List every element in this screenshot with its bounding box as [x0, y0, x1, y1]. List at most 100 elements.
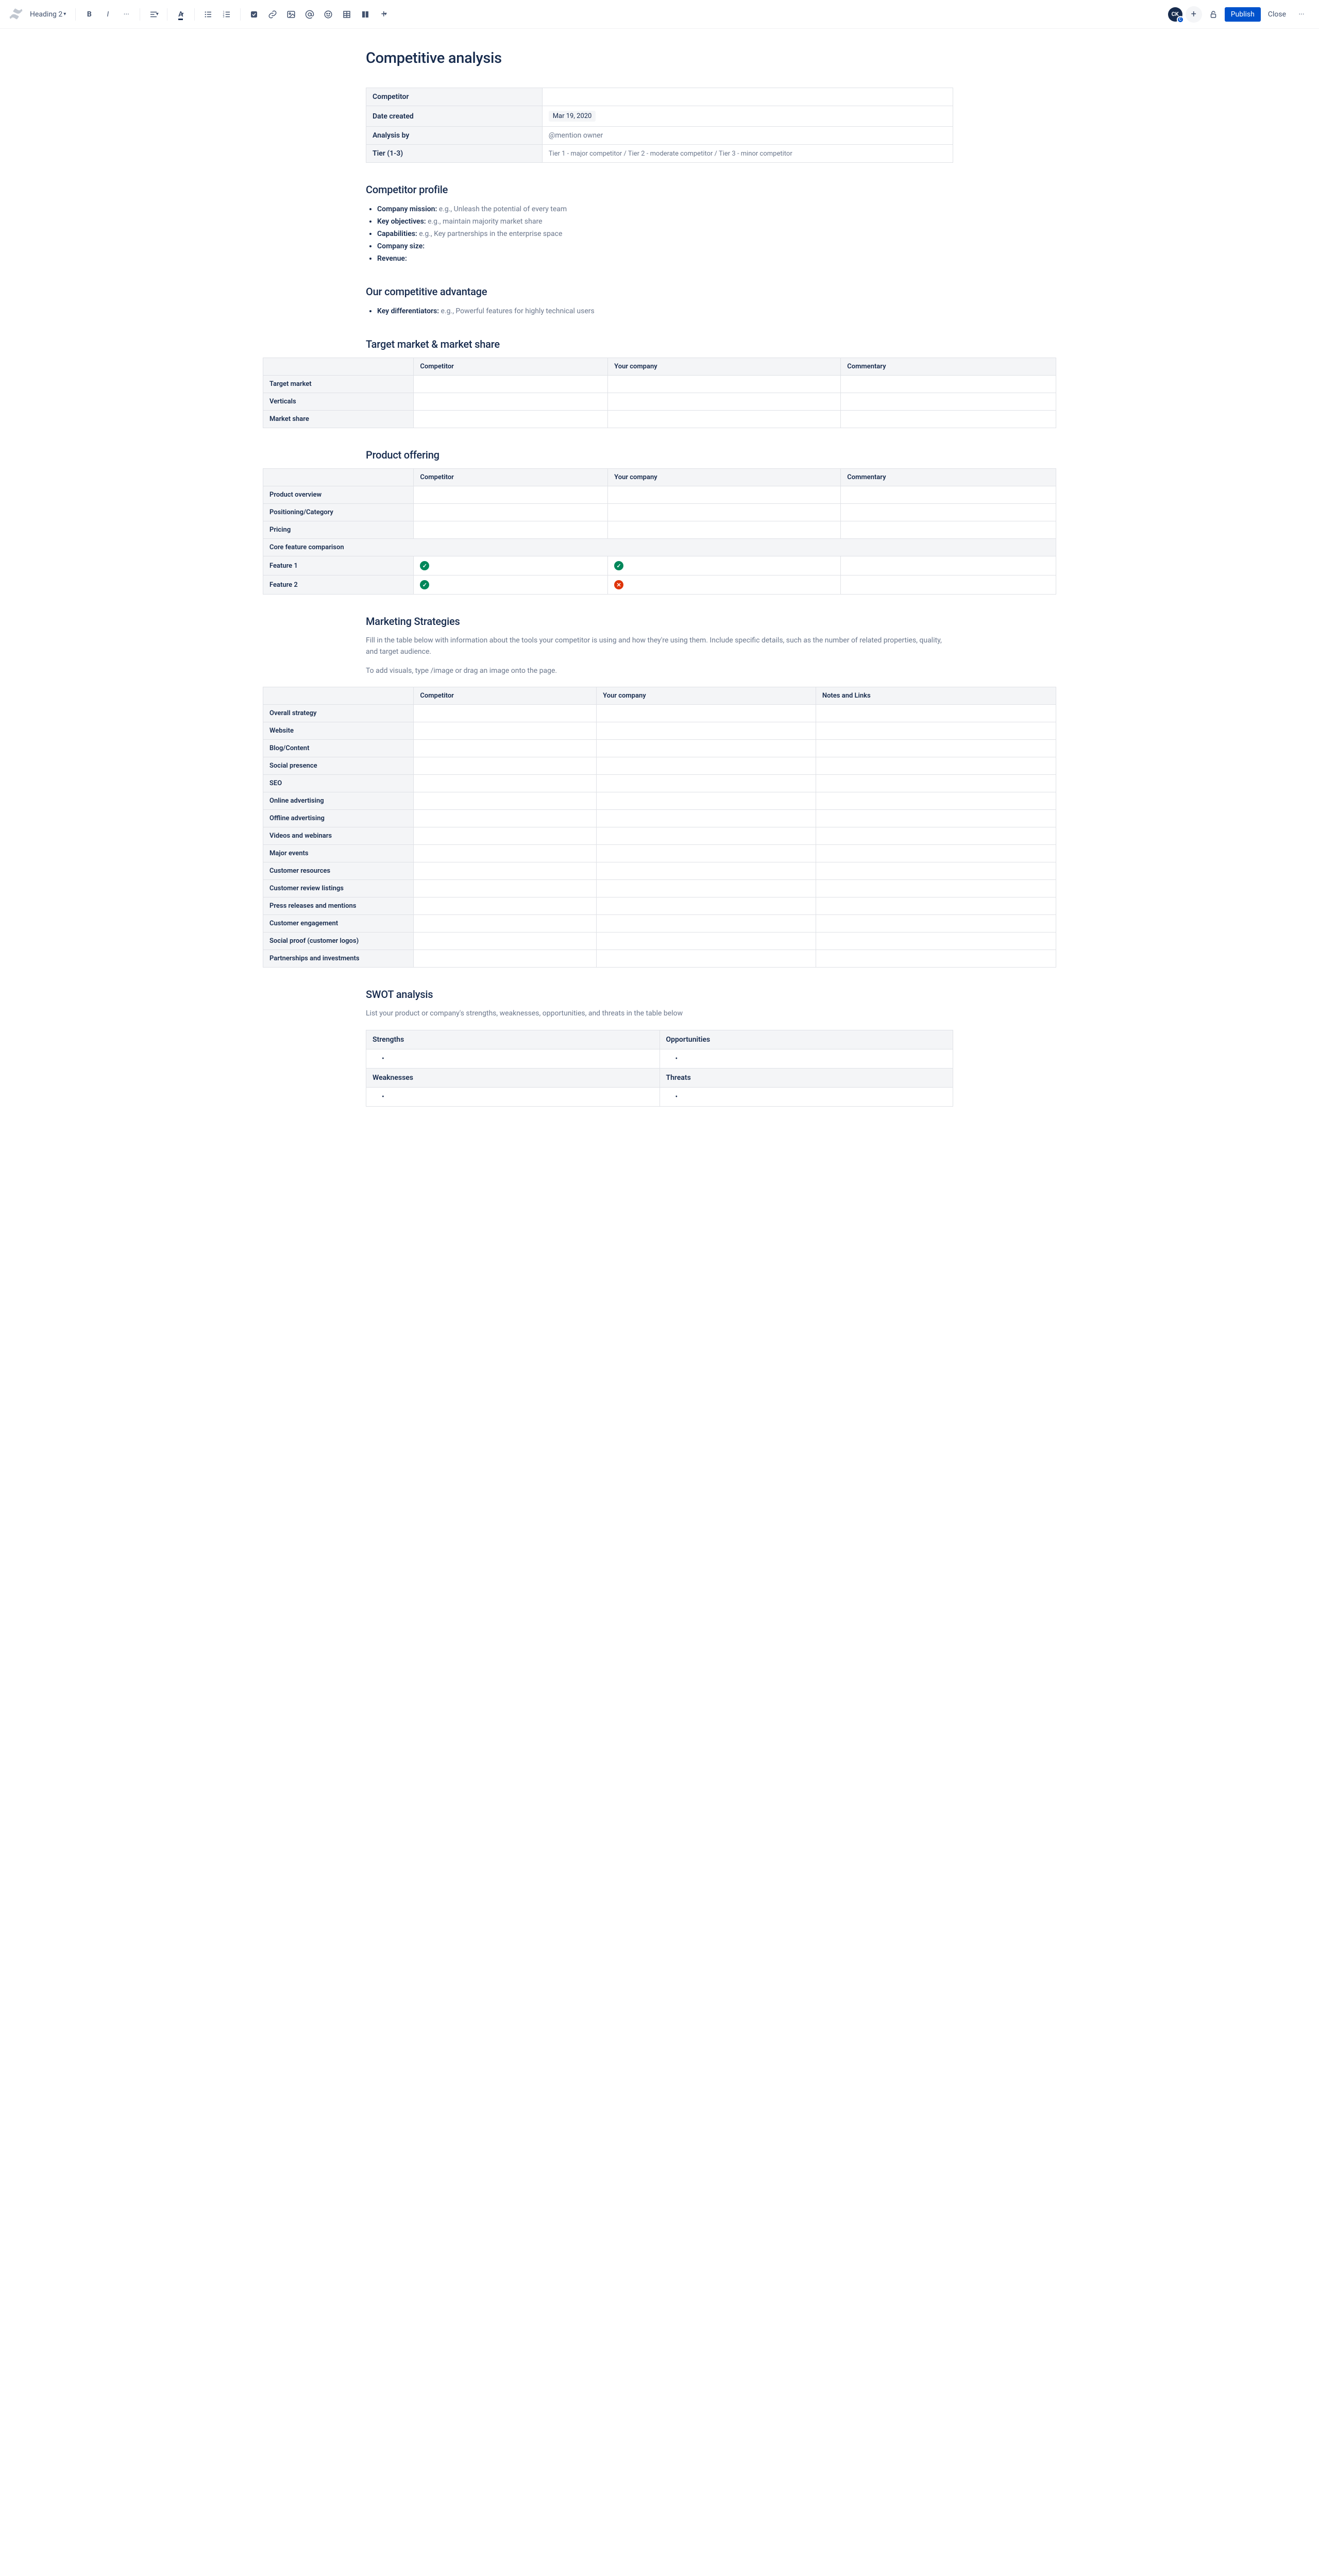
- cell[interactable]: [414, 504, 608, 521]
- cell[interactable]: [414, 486, 608, 504]
- marketing-desc-1[interactable]: Fill in the table below with information…: [366, 635, 953, 658]
- cell[interactable]: [597, 792, 816, 810]
- layouts-button[interactable]: [357, 6, 374, 23]
- cell[interactable]: ✕: [608, 575, 841, 595]
- row-header[interactable]: Pricing: [263, 521, 414, 539]
- cell[interactable]: [414, 827, 597, 845]
- text-color-dropdown[interactable]: A ▾: [173, 6, 189, 23]
- cell[interactable]: [816, 775, 1056, 792]
- cell[interactable]: [608, 376, 841, 393]
- cell[interactable]: [597, 880, 816, 897]
- cell[interactable]: [414, 933, 597, 950]
- cell[interactable]: [816, 810, 1056, 827]
- cell[interactable]: [608, 393, 841, 411]
- link-button[interactable]: [264, 6, 281, 23]
- cell[interactable]: [597, 933, 816, 950]
- col-header[interactable]: Competitor: [414, 687, 597, 705]
- align-dropdown[interactable]: ▾: [145, 6, 162, 23]
- heading-competitor-profile[interactable]: Competitor profile: [366, 183, 953, 196]
- cell[interactable]: [841, 521, 1056, 539]
- cell[interactable]: [414, 792, 597, 810]
- cell[interactable]: [608, 486, 841, 504]
- bold-button[interactable]: B: [81, 6, 97, 23]
- cell[interactable]: [597, 722, 816, 740]
- cell[interactable]: [414, 411, 608, 428]
- mention-button[interactable]: [301, 6, 318, 23]
- cell[interactable]: [414, 376, 608, 393]
- cell[interactable]: [597, 740, 816, 757]
- cell[interactable]: [608, 411, 841, 428]
- cell[interactable]: [597, 862, 816, 880]
- swot-t-label[interactable]: Threats: [660, 1068, 953, 1087]
- col-header[interactable]: Commentary: [841, 358, 1056, 376]
- heading-target-market[interactable]: Target market & market share: [366, 338, 953, 350]
- close-button[interactable]: Close: [1264, 7, 1290, 22]
- col-header[interactable]: [263, 687, 414, 705]
- meta-value[interactable]: [542, 88, 953, 106]
- swot-table[interactable]: Strengths Opportunities • • Weaknesses T…: [366, 1030, 953, 1107]
- invite-button[interactable]: +: [1186, 6, 1202, 23]
- row-header[interactable]: Press releases and mentions: [263, 897, 414, 915]
- col-header[interactable]: Competitor: [414, 358, 608, 376]
- product-table[interactable]: CompetitorYour companyCommentary Product…: [263, 468, 1056, 595]
- row-header[interactable]: Feature 1: [263, 556, 414, 575]
- cell[interactable]: [816, 880, 1056, 897]
- meta-value[interactable]: @mention owner: [542, 127, 953, 145]
- row-header[interactable]: Social proof (customer logos): [263, 933, 414, 950]
- row-header[interactable]: Market share: [263, 411, 414, 428]
- marketing-desc-2[interactable]: To add visuals, type /image or drag an i…: [366, 665, 953, 676]
- restrictions-button[interactable]: [1205, 6, 1222, 23]
- cell[interactable]: [414, 862, 597, 880]
- row-header[interactable]: Verticals: [263, 393, 414, 411]
- list-item[interactable]: Key differentiators: e.g., Powerful feat…: [377, 305, 953, 317]
- row-header[interactable]: Target market: [263, 376, 414, 393]
- cell[interactable]: ✓: [414, 556, 608, 575]
- cell[interactable]: [414, 775, 597, 792]
- meta-label[interactable]: Competitor: [366, 88, 543, 106]
- cell[interactable]: [597, 915, 816, 933]
- action-item-button[interactable]: [246, 6, 262, 23]
- cell[interactable]: [414, 810, 597, 827]
- row-header[interactable]: Customer resources: [263, 862, 414, 880]
- list-item[interactable]: Revenue:: [377, 252, 953, 265]
- row-header[interactable]: Videos and webinars: [263, 827, 414, 845]
- row-header[interactable]: Partnerships and investments: [263, 950, 414, 968]
- cell[interactable]: [414, 521, 608, 539]
- cell[interactable]: [816, 862, 1056, 880]
- cell[interactable]: [597, 845, 816, 862]
- cell[interactable]: [414, 950, 597, 968]
- cell[interactable]: [841, 486, 1056, 504]
- cell[interactable]: [414, 393, 608, 411]
- more-actions-button[interactable]: ···: [1293, 6, 1310, 23]
- row-header[interactable]: SEO: [263, 775, 414, 792]
- row-header[interactable]: Offline advertising: [263, 810, 414, 827]
- cell[interactable]: [841, 411, 1056, 428]
- user-avatar[interactable]: CK C: [1168, 7, 1182, 22]
- page-title[interactable]: Competitive analysis: [366, 49, 953, 67]
- more-formatting-button[interactable]: ···: [118, 6, 134, 23]
- col-header[interactable]: [263, 469, 414, 486]
- emoji-button[interactable]: [320, 6, 336, 23]
- list-item[interactable]: Capabilities: e.g., Key partnerships in …: [377, 228, 953, 240]
- cell[interactable]: [597, 950, 816, 968]
- cell[interactable]: ✓: [608, 556, 841, 575]
- text-style-dropdown[interactable]: Heading 2 ▾: [26, 8, 70, 21]
- cell[interactable]: [414, 915, 597, 933]
- cell[interactable]: [414, 705, 597, 722]
- row-header[interactable]: Product overview: [263, 486, 414, 504]
- cell[interactable]: [816, 722, 1056, 740]
- cell[interactable]: [414, 722, 597, 740]
- meta-table[interactable]: CompetitorDate createdMar 19, 2020Analys…: [366, 88, 953, 163]
- cell[interactable]: [816, 950, 1056, 968]
- list-item[interactable]: Company size:: [377, 240, 953, 252]
- cell[interactable]: [816, 757, 1056, 775]
- swot-desc[interactable]: List your product or company's strengths…: [366, 1008, 953, 1019]
- cell[interactable]: [841, 393, 1056, 411]
- cell[interactable]: [597, 810, 816, 827]
- list-item[interactable]: Company mission: e.g., Unleash the poten…: [377, 203, 953, 215]
- cell[interactable]: [597, 775, 816, 792]
- cell[interactable]: [414, 740, 597, 757]
- swot-w-cell[interactable]: •: [366, 1087, 660, 1106]
- row-header[interactable]: Major events: [263, 845, 414, 862]
- numbered-list-button[interactable]: 123: [218, 6, 235, 23]
